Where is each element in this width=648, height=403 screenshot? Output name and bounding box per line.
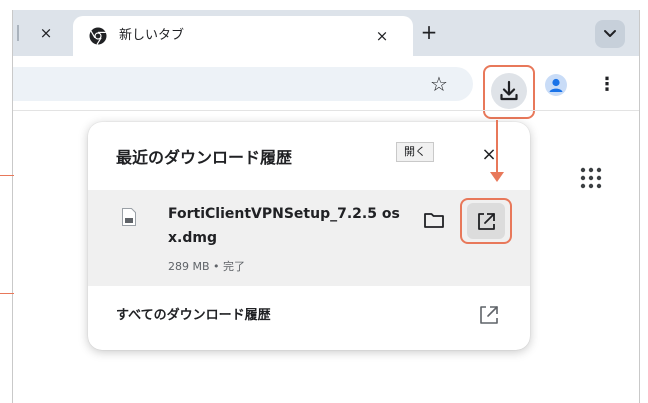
popup-title: 最近のダウンロード履歴 [116, 148, 293, 167]
downloads-button-bg [491, 73, 527, 109]
profile-icon[interactable] [545, 74, 567, 96]
address-bar[interactable] [13, 67, 473, 101]
tab-separator [17, 25, 19, 41]
open-external-icon [478, 213, 495, 230]
tab-title: 新しいタブ [119, 28, 185, 43]
bookmark-star-icon[interactable]: ☆ [427, 72, 451, 96]
toolbar: ☆ ⋮ [13, 56, 639, 119]
previous-tab-close-icon[interactable]: × [37, 24, 55, 42]
download-item[interactable]: FortiClientVPNSetup_7.2.5 osx.dmg 289 MB… [88, 190, 530, 286]
folder-icon[interactable] [422, 208, 446, 232]
downloads-popup: 最近のダウンロード履歴 × FortiClientVPNSetup_7.2.5 … [88, 122, 530, 350]
new-tab-button[interactable]: + [417, 21, 441, 45]
tab-new-tab[interactable]: 新しいタブ × [73, 16, 413, 56]
more-menu-icon[interactable]: ⋮ [597, 74, 617, 96]
download-status: 289 MB • 完了 [168, 260, 246, 273]
toolbar-divider [13, 110, 639, 111]
download-file-name: FortiClientVPNSetup_7.2.5 osx.dmg [168, 206, 400, 246]
open-external-icon[interactable] [478, 304, 500, 326]
all-downloads-link[interactable]: すべてのダウンロード履歴 [116, 306, 271, 326]
chrome-icon [89, 27, 107, 45]
file-icon [122, 208, 136, 226]
download-icon [500, 80, 518, 101]
callout-line-top [0, 175, 14, 176]
open-file-button-bg [467, 203, 505, 239]
chevron-down-icon [604, 30, 616, 37]
tab-search-button[interactable] [595, 20, 625, 48]
open-file-button[interactable] [460, 198, 512, 244]
tab-strip: × 新しいタブ × + [13, 10, 639, 56]
tab-close-icon[interactable]: × [371, 25, 393, 47]
apps-grid-icon[interactable] [579, 166, 603, 190]
open-tooltip: 開く [396, 142, 434, 162]
close-icon[interactable]: × [478, 144, 500, 166]
callout-line-bottom [0, 293, 14, 294]
